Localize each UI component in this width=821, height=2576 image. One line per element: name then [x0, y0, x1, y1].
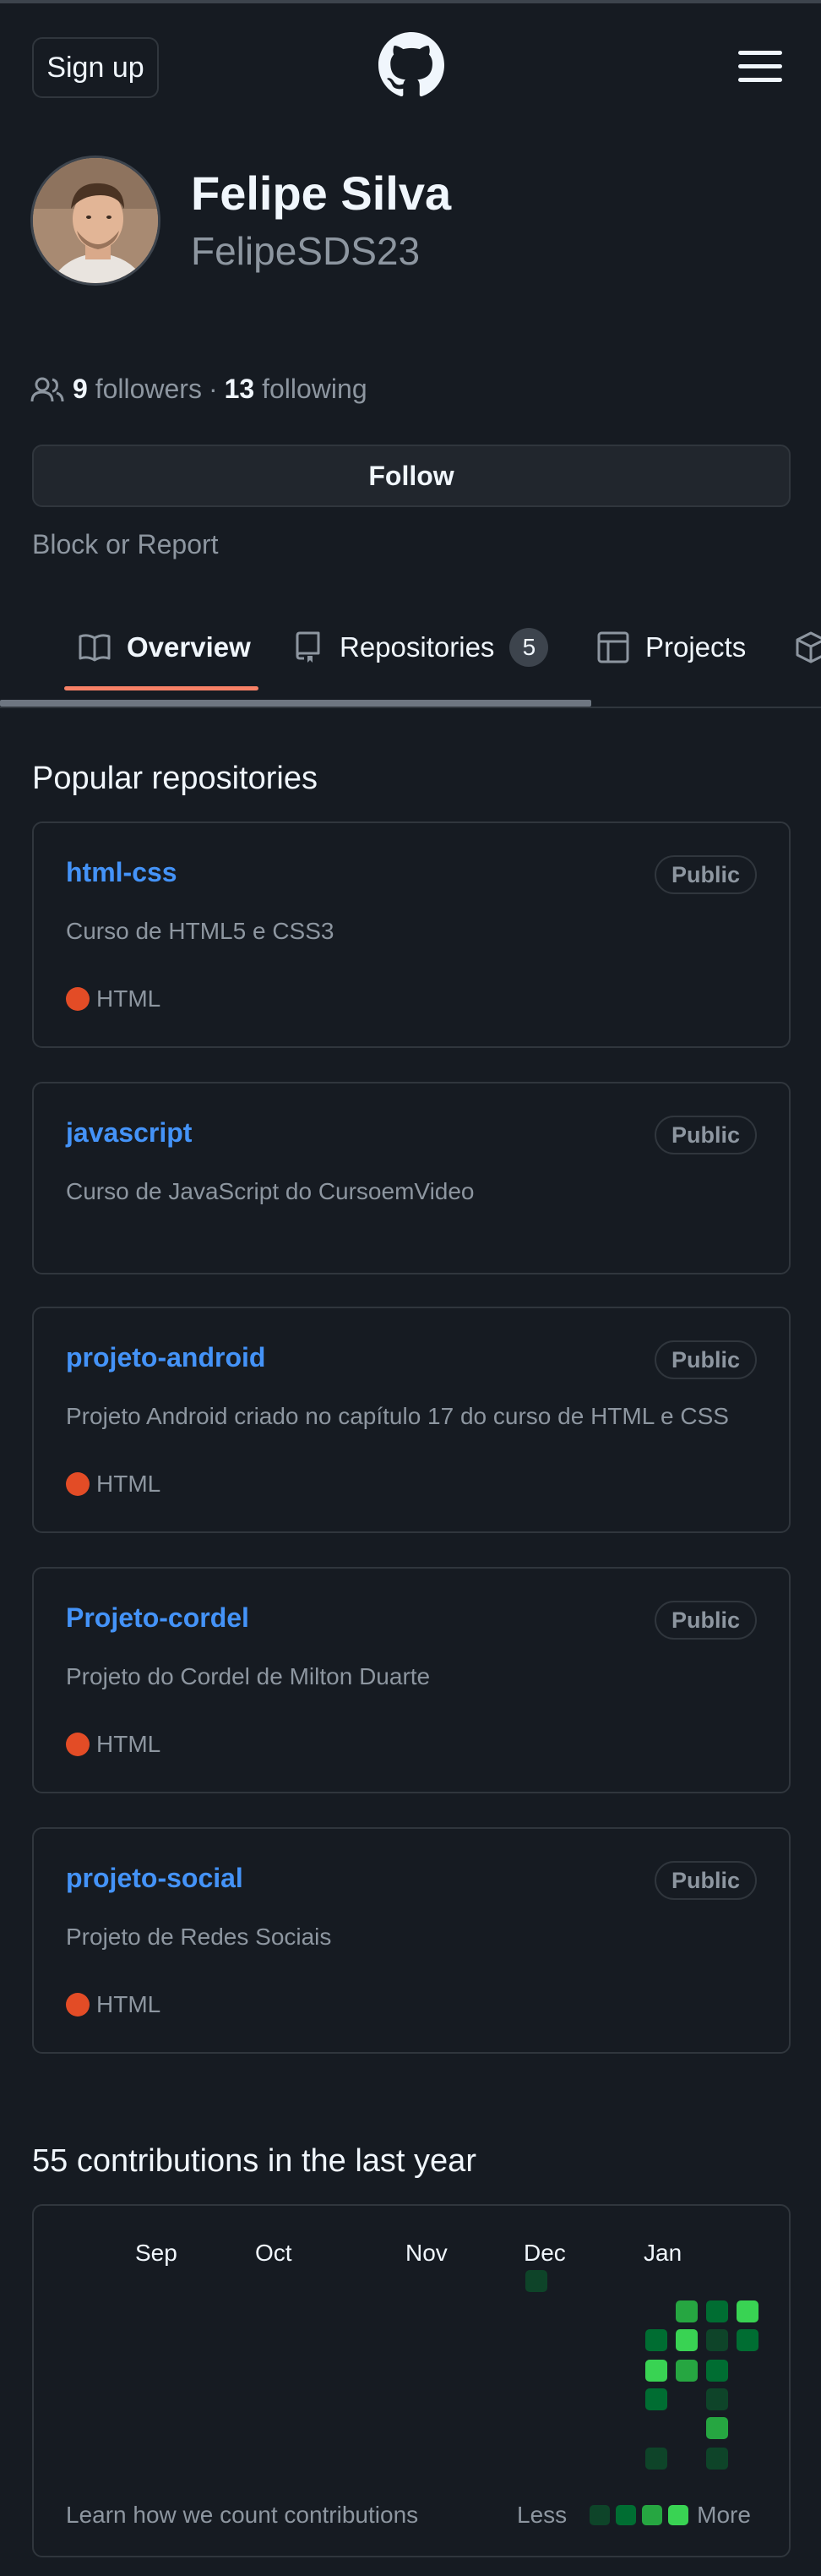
- sign-up-button[interactable]: Sign up: [32, 37, 159, 98]
- language-color-dot: [66, 1993, 90, 2017]
- hamburger-icon[interactable]: [738, 49, 784, 83]
- table-icon: [597, 631, 629, 663]
- avatar[interactable]: [30, 156, 160, 286]
- profile-tabs: Overview Repositories 5 Projects: [0, 603, 821, 708]
- legend-swatch: [642, 2505, 663, 2525]
- legend-swatch: [668, 2505, 689, 2525]
- contribution-cell[interactable]: [645, 2388, 667, 2410]
- avatar-photo: [33, 158, 158, 283]
- month-label: Dec: [524, 2240, 566, 2266]
- tabs-divider: [0, 707, 821, 708]
- legend-swatch: [616, 2505, 637, 2525]
- repo-description: Curso de JavaScript do CursoemVideo: [66, 1178, 475, 1204]
- active-tab-indicator: [64, 686, 258, 690]
- repo-description: Projeto do Cordel de Milton Duarte: [66, 1663, 431, 1689]
- repositories-count: 5: [509, 628, 549, 667]
- repo-language: HTML: [66, 1991, 160, 2018]
- contribution-cell[interactable]: [706, 2417, 728, 2439]
- visibility-badge: Public: [654, 855, 757, 894]
- repo-description: Projeto Android criado no capítulo 17 do…: [66, 1403, 729, 1429]
- language-color-dot: [66, 1733, 90, 1756]
- contribution-legend: Less More: [517, 2502, 751, 2529]
- separator: ·: [208, 374, 218, 404]
- visibility-badge: Public: [654, 1861, 757, 1900]
- month-label: Oct: [255, 2240, 292, 2266]
- repo-description: Curso de HTML5 e CSS3: [66, 918, 334, 944]
- followers-link[interactable]: 9 followers: [73, 374, 202, 405]
- language-color-dot: [66, 1472, 90, 1496]
- following-link[interactable]: 13 following: [225, 374, 367, 405]
- contribution-cell[interactable]: [676, 2329, 698, 2351]
- contribution-cell[interactable]: [645, 2448, 667, 2470]
- visibility-badge: Public: [654, 1340, 757, 1379]
- language-color-dot: [66, 987, 90, 1011]
- repo-link[interactable]: html-css: [66, 857, 177, 888]
- contribution-cell[interactable]: [676, 2300, 698, 2322]
- contributions-title: 55 contributions in the last year: [32, 2143, 476, 2179]
- legend-swatch: [590, 2505, 611, 2525]
- repo-card: projeto-social Public Projeto de Redes S…: [32, 1827, 791, 2054]
- learn-contributions-link[interactable]: Learn how we count contributions: [66, 2502, 418, 2529]
- repo-link[interactable]: projeto-social: [66, 1863, 243, 1894]
- package-icon: [796, 631, 821, 663]
- contribution-cell[interactable]: [706, 2329, 728, 2351]
- repo-language: HTML: [66, 1471, 160, 1498]
- tabs-scrollbar[interactable]: [0, 700, 591, 707]
- repo-card: Projeto-cordel Public Projeto do Cordel …: [32, 1567, 791, 1793]
- contribution-cell[interactable]: [737, 2300, 758, 2322]
- contribution-cell[interactable]: [706, 2360, 728, 2382]
- tab-repositories[interactable]: Repositories 5: [291, 624, 549, 671]
- repo-description: Projeto de Redes Sociais: [66, 1924, 332, 1950]
- legend-less: Less: [517, 2502, 568, 2528]
- top-border: [0, 0, 821, 3]
- people-icon: [30, 377, 64, 401]
- repo-card: html-css Public Curso de HTML5 e CSS3 HT…: [32, 821, 791, 1048]
- contribution-cell[interactable]: [645, 2360, 667, 2382]
- month-label: Nov: [405, 2240, 448, 2266]
- tab-overview[interactable]: Overview: [78, 624, 251, 671]
- repo-language: HTML: [66, 985, 160, 1012]
- visibility-badge: Public: [654, 1601, 757, 1640]
- repo-link[interactable]: projeto-android: [66, 1342, 265, 1373]
- contribution-cell[interactable]: [737, 2329, 758, 2351]
- follow-button[interactable]: Follow: [32, 445, 791, 507]
- contribution-cell[interactable]: [676, 2360, 698, 2382]
- contribution-cell[interactable]: [645, 2329, 667, 2351]
- repo-language: HTML: [66, 1731, 160, 1758]
- contribution-graph: Sep Oct Nov Dec Jan Learn how we count c…: [32, 2204, 791, 2557]
- repo-card: javascript Public Curso de JavaScript do…: [32, 1082, 791, 1274]
- repo-link[interactable]: Projeto-cordel: [66, 1602, 249, 1634]
- month-label: Sep: [135, 2240, 177, 2266]
- contribution-cell[interactable]: [706, 2300, 728, 2322]
- contribution-cell[interactable]: [706, 2388, 728, 2410]
- month-label: Jan: [644, 2240, 682, 2266]
- profile-name: Felipe Silva: [191, 166, 452, 220]
- repo-icon: [296, 631, 320, 663]
- block-or-report-link[interactable]: Block or Report: [32, 529, 219, 560]
- github-icon[interactable]: [378, 32, 444, 98]
- legend-more: More: [697, 2502, 751, 2528]
- tab-packages[interactable]: [794, 624, 821, 671]
- repo-card: projeto-android Public Projeto Android c…: [32, 1307, 791, 1533]
- book-icon: [79, 634, 111, 662]
- tab-projects[interactable]: Projects: [596, 624, 746, 671]
- visibility-badge: Public: [654, 1116, 757, 1154]
- repo-link[interactable]: javascript: [66, 1117, 192, 1149]
- contribution-cell[interactable]: [525, 2270, 547, 2292]
- contribution-cell[interactable]: [706, 2448, 728, 2470]
- popular-repositories-title: Popular repositories: [32, 761, 318, 796]
- follow-stats: 9 followers · 13 following: [30, 374, 367, 405]
- profile-username: FelipeSDS23: [191, 229, 421, 273]
